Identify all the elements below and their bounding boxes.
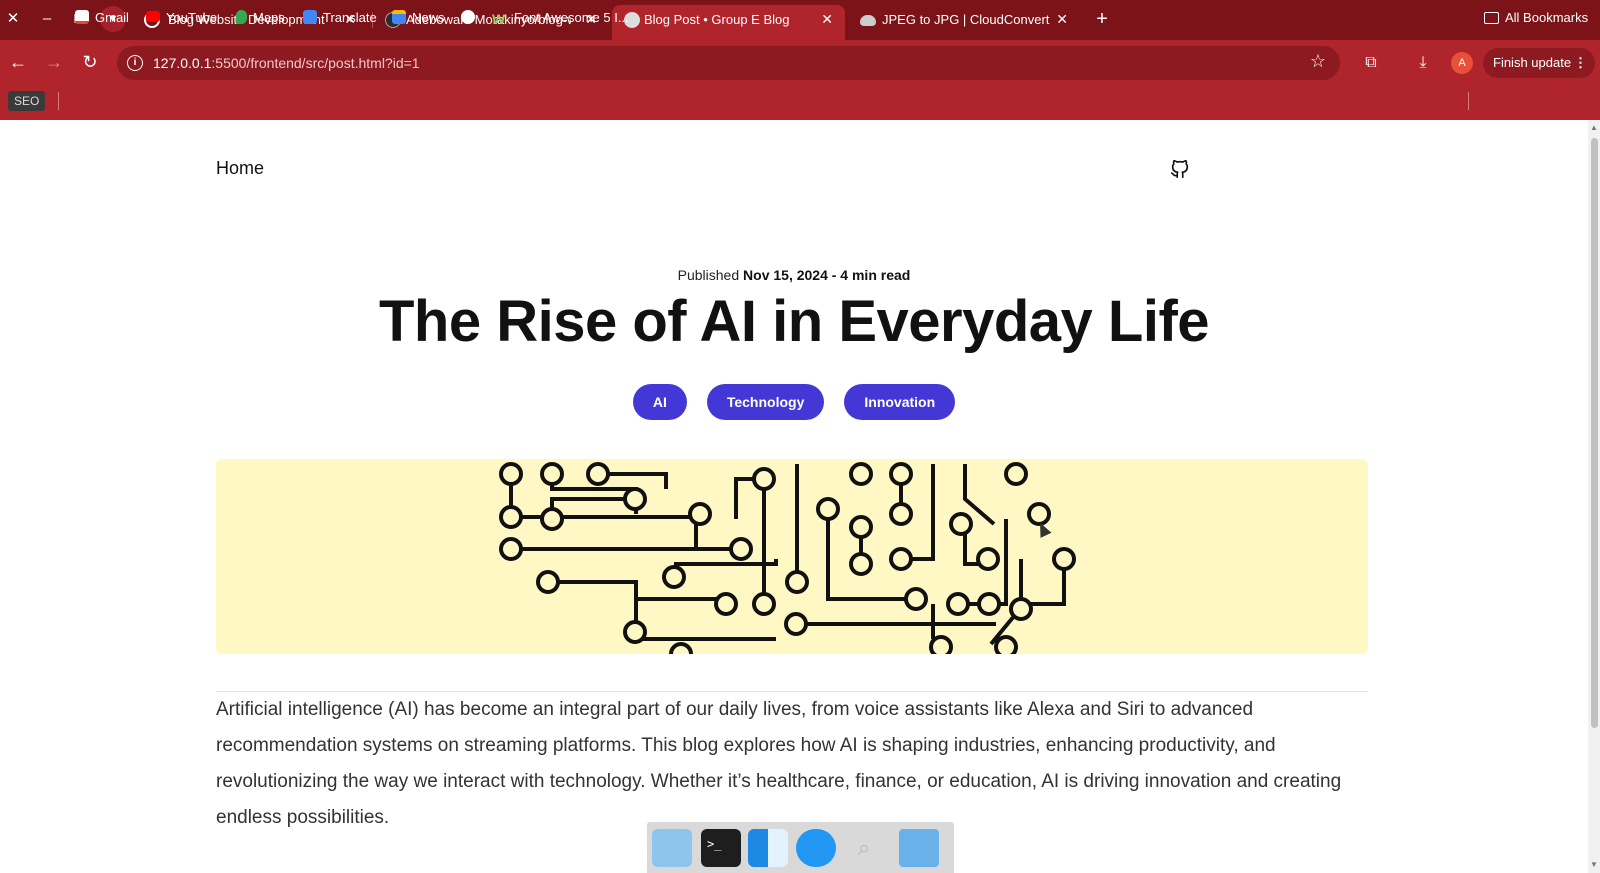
tag-list: AI Technology Innovation [0,384,1588,420]
news-icon [392,10,406,24]
post-body-paragraph: Artificial intelligence (AI) has become … [216,699,1342,828]
bookmark-seo[interactable]: SEO [8,91,46,111]
os-dock: >_ ⌕ [647,822,954,873]
maps-pin-icon [236,10,247,24]
bookmark-gmail[interactable]: Gmail [75,8,129,28]
tag-technology[interactable]: Technology [706,384,825,420]
scroll-down-arrow-icon[interactable]: ▼ [1590,860,1598,869]
profile-avatar[interactable]: A [1451,52,1473,74]
tab-cloudconvert[interactable]: JPEG to JPG | CloudConvert ✕ [848,0,1080,40]
all-bookmarks[interactable]: All Bookmarks [1484,8,1588,28]
folder-icon [1484,12,1499,24]
reload-icon[interactable]: ↻ [78,50,102,74]
blog-post-page: Home Published Nov 15, 2024 - 4 min read… [0,120,1588,873]
download-icon[interactable]: ⤓ [1412,52,1434,74]
tab-title: Blog Post • Group E Blog [644,12,790,27]
bookmark-label: Maps [253,10,285,25]
bookmark-translate[interactable]: Translate [303,8,377,28]
youtube-icon [146,11,160,22]
finish-update-button[interactable]: Finish update ⋮ [1483,48,1595,78]
hero-image-circuit [216,459,1368,654]
bookmark-label: News [412,10,445,25]
circuit-illustration [499,462,1076,654]
address-bar[interactable]: i 127.0.0.1:5500/frontend/src/post.html?… [117,46,1340,80]
extensions-icon[interactable]: ⧉ [1360,52,1382,74]
terminal-icon[interactable]: >_ [701,829,741,867]
bookmark-star-icon[interactable]: ☆ [1310,51,1326,72]
scroll-thumb[interactable] [1591,138,1598,728]
files-app-icon[interactable] [652,829,692,867]
bookmark-news[interactable]: News [392,8,445,28]
new-tab-icon[interactable]: + [1090,8,1114,32]
tag-ai[interactable]: AI [632,384,687,420]
home-link[interactable]: Home [216,158,264,179]
gmail-icon [75,10,89,24]
github-icon[interactable] [1169,158,1191,180]
menu-dots-icon: ⋮ [1574,55,1587,70]
bookmark-font-awesome[interactable]: W Font Awesome 5 I... [492,8,629,28]
back-arrow-icon[interactable]: ← [6,50,30,74]
published-label: Published [677,267,744,283]
scroll-up-arrow-icon[interactable]: ▲ [1590,123,1598,132]
bookmark-youtube[interactable]: YouTube [146,8,217,28]
translate-icon [303,10,317,24]
bookmarks-bar [0,84,1600,120]
search-icon[interactable]: ⌕ [844,829,884,867]
site-info-icon[interactable]: i [127,55,143,71]
finish-update-label: Finish update [1493,55,1572,70]
bookmark-globe[interactable] [461,8,475,28]
url-text[interactable]: 127.0.0.1:5500/frontend/src/post.html?id… [153,55,420,71]
close-tab-icon[interactable]: ✕ [1056,11,1068,28]
tab-blog-post-active[interactable]: Blog Post • Group E Blog ✕ [612,5,845,40]
url-host: 127.0.0.1 [153,55,212,71]
forward-arrow-icon[interactable]: → [42,50,66,74]
safari-compass-icon[interactable] [796,829,836,867]
bookmark-label: YouTube [166,10,218,25]
font-awesome-w-icon: W [492,11,506,27]
cloud-icon [860,15,876,26]
globe-icon [461,10,475,24]
close-window-icon[interactable]: ✕ [0,6,26,32]
post-meta: Published Nov 15, 2024 - 4 min read [0,267,1588,283]
tag-innovation[interactable]: Innovation [844,384,956,420]
post-title: The Rise of AI in Everyday Life [378,289,1210,354]
bookmark-label: Font Awesome 5 I... [514,10,629,25]
bookmark-maps[interactable]: Maps [236,8,285,28]
page-scrollbar[interactable]: ▲ ▼ [1588,120,1600,873]
publish-date: Nov 15, 2024 - 4 min read [743,267,911,283]
tab-title: JPEG to JPG | CloudConvert [882,12,1050,27]
bookmark-label: Translate [323,10,377,25]
minimize-window-icon[interactable]: – [34,6,60,32]
bookmark-label: All Bookmarks [1505,10,1589,25]
bookmark-separator [58,92,59,110]
close-tab-icon[interactable]: ✕ [821,11,833,28]
bookmark-separator [1468,92,1469,110]
url-path: :5500/frontend/src/post.html?id=1 [211,55,420,71]
folder-icon[interactable] [899,829,939,867]
bookmark-label: Gmail [95,10,129,25]
finder-icon[interactable] [748,829,788,867]
